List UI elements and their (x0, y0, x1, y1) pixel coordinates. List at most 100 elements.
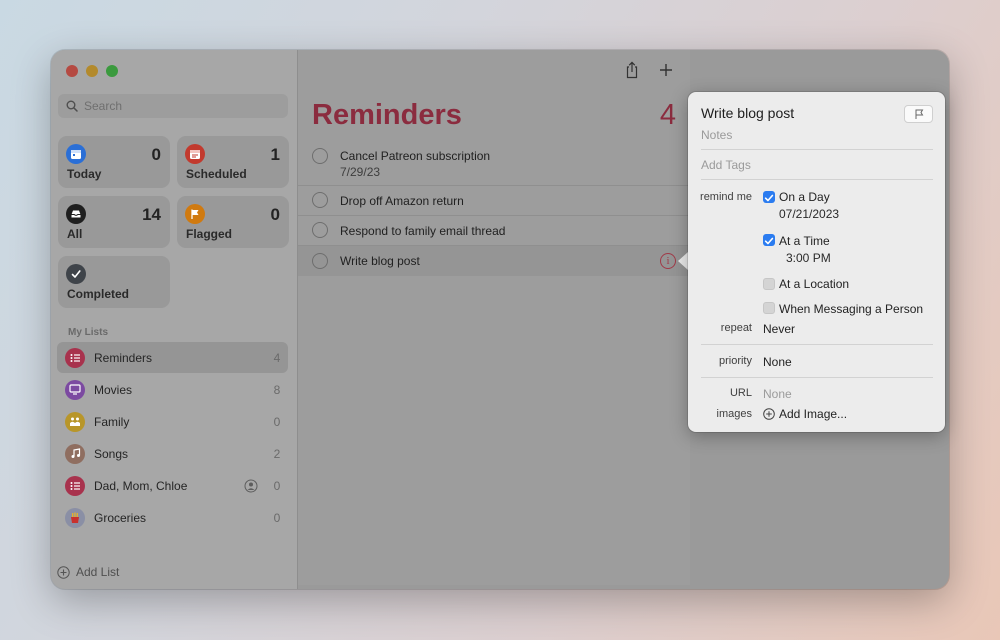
on-a-day-checkbox[interactable] (763, 191, 775, 203)
divider (701, 377, 933, 378)
list-item-groceries[interactable]: Groceries 0 (57, 502, 288, 533)
reminder-count: 4 (659, 99, 676, 131)
add-image-label: Add Image... (779, 407, 848, 421)
list-name: Family (94, 414, 130, 429)
add-image-button[interactable]: Add Image... (763, 407, 847, 421)
list-item-songs[interactable]: Songs 2 (57, 438, 288, 469)
time-value[interactable]: 3:00 PM (786, 251, 831, 265)
people-icon (65, 411, 85, 432)
complete-checkbox[interactable] (312, 253, 328, 269)
tags-field[interactable]: Add Tags (701, 158, 751, 172)
plus-circle-icon (57, 565, 70, 579)
priority-value[interactable]: None (763, 355, 792, 369)
flag-icon (185, 204, 205, 224)
reminder-row[interactable]: Drop off Amazon return (298, 186, 690, 216)
reminder-row[interactable]: Cancel Patreon subscription 7/29/23 (298, 142, 690, 186)
list-name: Reminders (94, 350, 153, 365)
music-note-icon (65, 443, 85, 464)
scheduled-count: 1 (270, 145, 280, 164)
info-icon[interactable]: i (660, 253, 676, 269)
all-count: 14 (142, 205, 161, 224)
calendar-icon (66, 144, 86, 164)
when-messaging-label: When Messaging a Person (779, 302, 924, 316)
today-count: 0 (151, 145, 161, 164)
divider (701, 149, 933, 150)
divider (701, 344, 933, 345)
repeat-label: repeat (720, 322, 752, 334)
at-a-location-checkbox[interactable] (763, 278, 775, 290)
toolbar (624, 61, 674, 79)
repeat-value[interactable]: Never (763, 322, 795, 336)
complete-checkbox[interactable] (312, 148, 328, 164)
notes-field[interactable]: Notes (701, 128, 732, 142)
complete-checkbox[interactable] (312, 222, 328, 238)
scheduled-label: Scheduled (186, 167, 247, 181)
on-a-day-label: On a Day (779, 190, 830, 204)
list-name: Songs (94, 446, 129, 461)
checkmark-icon (66, 264, 86, 284)
remind-me-label: remind me (700, 191, 752, 203)
flagged-label: Flagged (186, 227, 233, 241)
plus-circle-icon (763, 408, 775, 420)
minimize-window-button[interactable] (86, 65, 98, 77)
url-field[interactable]: None (763, 387, 792, 401)
priority-label: priority (718, 355, 752, 367)
tray-icon (66, 204, 86, 224)
flag-outline-icon (915, 109, 923, 119)
smart-list-all[interactable]: 14 All (58, 196, 170, 248)
flag-button[interactable] (904, 105, 933, 123)
images-label: images (716, 408, 752, 420)
all-label: All (67, 227, 83, 241)
sidebar: 0 Today 1 Scheduled 14 All 0 Flagged (51, 50, 298, 589)
detail-title[interactable]: Write blog post (701, 105, 794, 121)
reminder-title[interactable]: Drop off Amazon return (340, 194, 464, 208)
add-list-button[interactable]: Add List (57, 565, 119, 579)
tv-icon (65, 379, 85, 400)
smart-list-today[interactable]: 0 Today (58, 136, 170, 188)
add-list-label: Add List (76, 565, 120, 579)
search-icon (66, 100, 78, 112)
list-count: 0 (273, 510, 281, 525)
list-item-family[interactable]: Family 0 (57, 406, 288, 437)
smart-list-flagged[interactable]: 0 Flagged (177, 196, 289, 248)
search-input[interactable] (84, 99, 264, 113)
checkmark-icon (764, 194, 774, 202)
reminder-title[interactable]: Write blog post (340, 254, 420, 268)
list-item-reminders[interactable]: Reminders 4 (57, 342, 288, 373)
flagged-count: 0 (270, 205, 280, 224)
smart-list-completed[interactable]: Completed (58, 256, 170, 308)
list-count: 0 (273, 414, 281, 429)
complete-checkbox[interactable] (312, 192, 328, 208)
when-messaging-checkbox[interactable] (763, 302, 775, 314)
search-field[interactable] (58, 94, 288, 118)
at-a-time-label: At a Time (779, 234, 830, 248)
list-item-movies[interactable]: Movies 8 (57, 374, 288, 405)
window-controls (66, 65, 118, 77)
list-name: Movies (94, 382, 133, 397)
smart-list-scheduled[interactable]: 1 Scheduled (177, 136, 289, 188)
reminder-date: 7/29/23 (340, 165, 381, 179)
reminder-title[interactable]: Respond to family email thread (340, 224, 505, 238)
share-icon[interactable] (624, 61, 640, 79)
list-count: 8 (273, 382, 281, 397)
add-reminder-icon[interactable] (658, 61, 674, 79)
reminder-title[interactable]: Cancel Patreon subscription (340, 149, 490, 163)
close-window-button[interactable] (66, 65, 78, 77)
zoom-window-button[interactable] (106, 65, 118, 77)
list-name: Dad, Mom, Chloe (94, 478, 188, 493)
at-a-location-label: At a Location (779, 277, 850, 291)
shared-person-icon (244, 479, 258, 492)
list-bullet-icon (65, 347, 85, 368)
reminder-detail-popover: Write blog post Notes Add Tags remind me… (688, 92, 945, 432)
list-count: 2 (273, 446, 281, 461)
checkmark-icon (764, 237, 774, 245)
page-title: Reminders (312, 99, 462, 131)
date-value[interactable]: 07/21/2023 (779, 207, 839, 221)
at-a-time-checkbox[interactable] (763, 234, 775, 246)
list-bullet-icon (65, 475, 85, 496)
reminder-row[interactable]: Respond to family email thread (298, 216, 690, 246)
fries-icon (65, 507, 85, 528)
list-item-dad-mom-chloe[interactable]: Dad, Mom, Chloe 0 (57, 470, 288, 501)
list-name: Groceries (94, 510, 147, 525)
reminder-row-selected[interactable]: Write blog post i (298, 246, 690, 276)
